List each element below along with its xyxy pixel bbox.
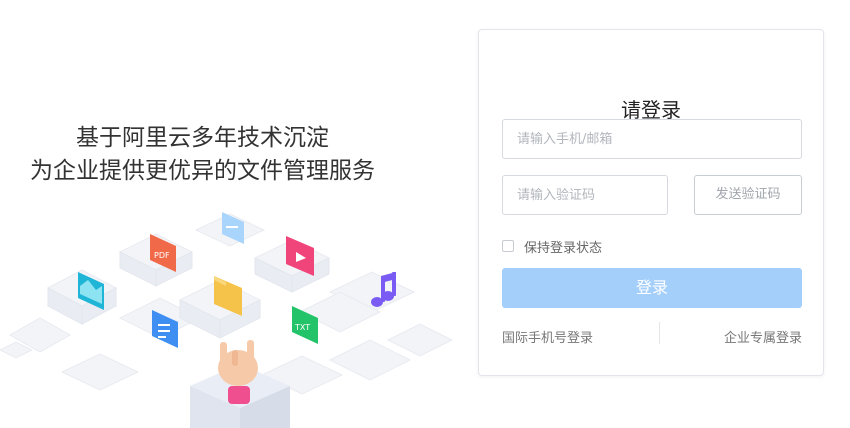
hero-section: 基于阿里云多年技术沉淀 为企业提供更优异的文件管理服务 PDF TXT: [0, 0, 470, 428]
hero-slogan-line2: 为企业提供更优异的文件管理服务: [30, 158, 375, 184]
login-button[interactable]: 登录: [502, 268, 802, 308]
remember-label: 保持登录状态: [524, 240, 603, 256]
phone-email-input[interactable]: [502, 119, 802, 159]
link-divider: [659, 322, 660, 344]
hand-box-illustration: [190, 340, 290, 428]
hero-slogan-line1: 基于阿里云多年技术沉淀: [76, 125, 329, 151]
file-cubes-illustration: PDF TXT: [0, 212, 454, 428]
intl-phone-login-link[interactable]: 国际手机号登录: [502, 327, 593, 346]
svg-text:TXT: TXT: [294, 323, 310, 332]
enterprise-login-link[interactable]: 企业专属登录: [724, 327, 802, 346]
remember-checkbox[interactable]: [502, 240, 514, 252]
remember-login[interactable]: 保持登录状态: [502, 238, 603, 256]
svg-text:PDF: PDF: [154, 251, 170, 260]
verification-code-input[interactable]: [502, 175, 668, 215]
send-code-button[interactable]: 发送验证码: [694, 175, 802, 215]
